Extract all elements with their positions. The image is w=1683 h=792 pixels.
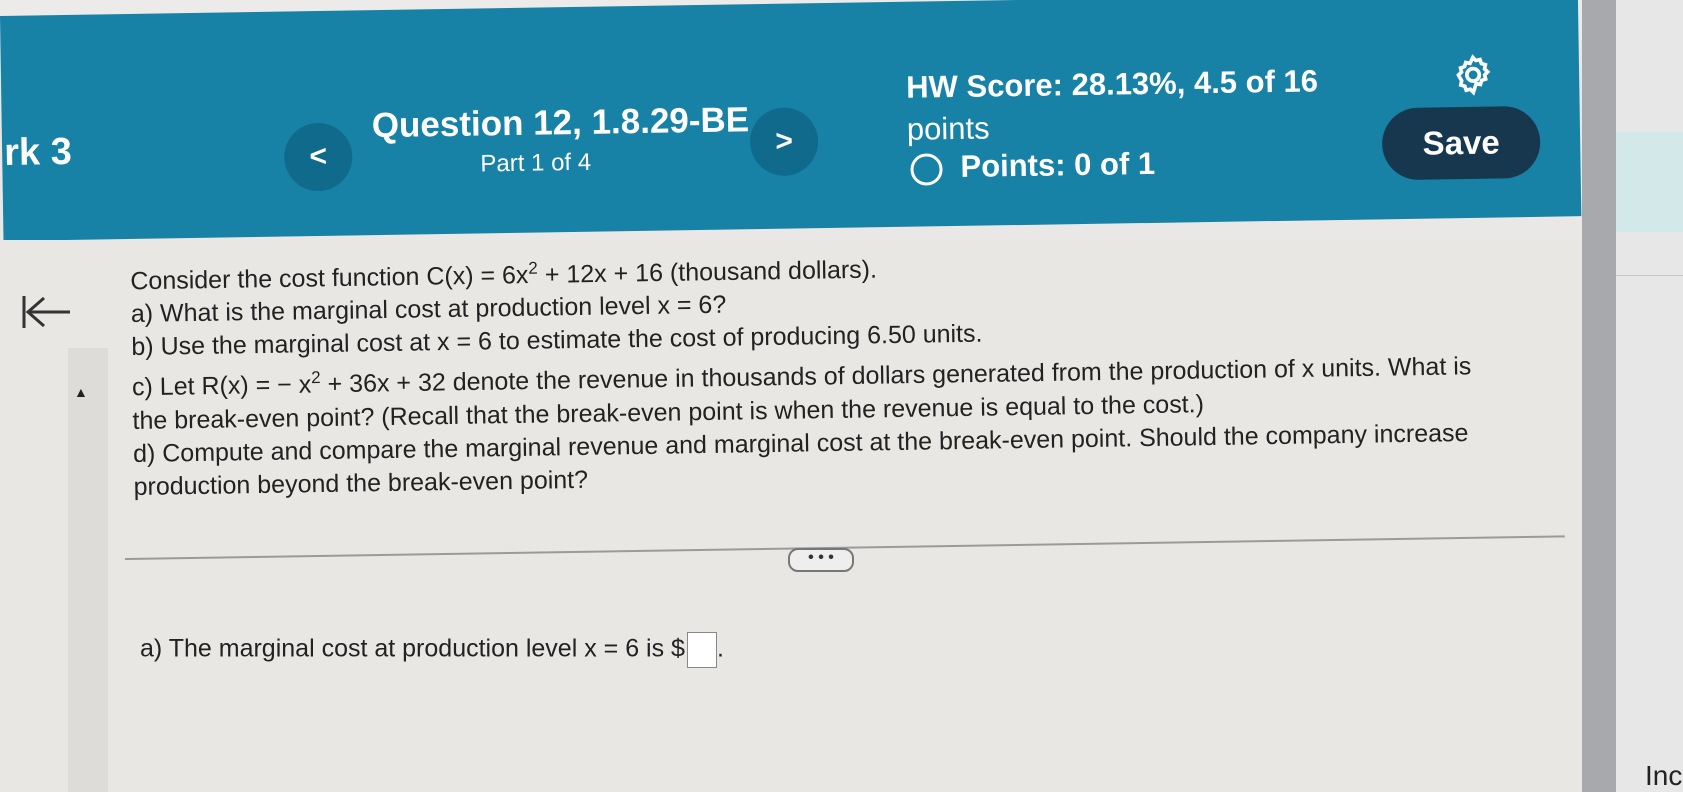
hw-score: HW Score: 28.13%, 4.5 of 16: [905, 63, 1319, 105]
answer-input[interactable]: [686, 632, 717, 668]
gear-icon[interactable]: [1451, 53, 1496, 98]
hw-score-points: points: [906, 110, 990, 147]
back-to-start-icon[interactable]: [20, 292, 74, 332]
left-scroll-rail[interactable]: [68, 348, 108, 792]
question-title: Question 12, 1.8.29-BE: [371, 100, 750, 146]
previous-question-button[interactable]: <: [283, 122, 353, 192]
assignment-label: rk 3: [3, 130, 73, 174]
side-panel-divider: [1616, 275, 1683, 276]
next-question-button[interactable]: >: [749, 107, 819, 177]
show-more-button[interactable]: • • •: [788, 548, 854, 572]
problem-statement: Consider the cost function C(x) = 6x2 + …: [130, 235, 1574, 503]
answer-suffix: .: [716, 634, 724, 663]
side-panel-highlight: [1616, 132, 1683, 232]
question-part: Part 1 of 4: [480, 148, 592, 178]
side-panel: [1616, 0, 1683, 792]
question-header: rk 3 < Question 12, 1.8.29-BE Part 1 of …: [0, 0, 1582, 241]
answer-line: a) The marginal cost at production level…: [140, 632, 724, 668]
side-panel-label: Inc: [1645, 760, 1683, 791]
answer-prompt: a) The marginal cost at production level…: [140, 634, 685, 663]
chevron-left-icon: <: [309, 139, 328, 174]
points-status-circle-icon: [910, 153, 943, 186]
save-button[interactable]: Save: [1381, 105, 1541, 181]
scroll-up-icon[interactable]: ▲: [74, 384, 88, 400]
points-label: Points: 0 of 1: [960, 145, 1156, 184]
window-divider: [1582, 0, 1616, 792]
chevron-right-icon: >: [775, 124, 794, 158]
